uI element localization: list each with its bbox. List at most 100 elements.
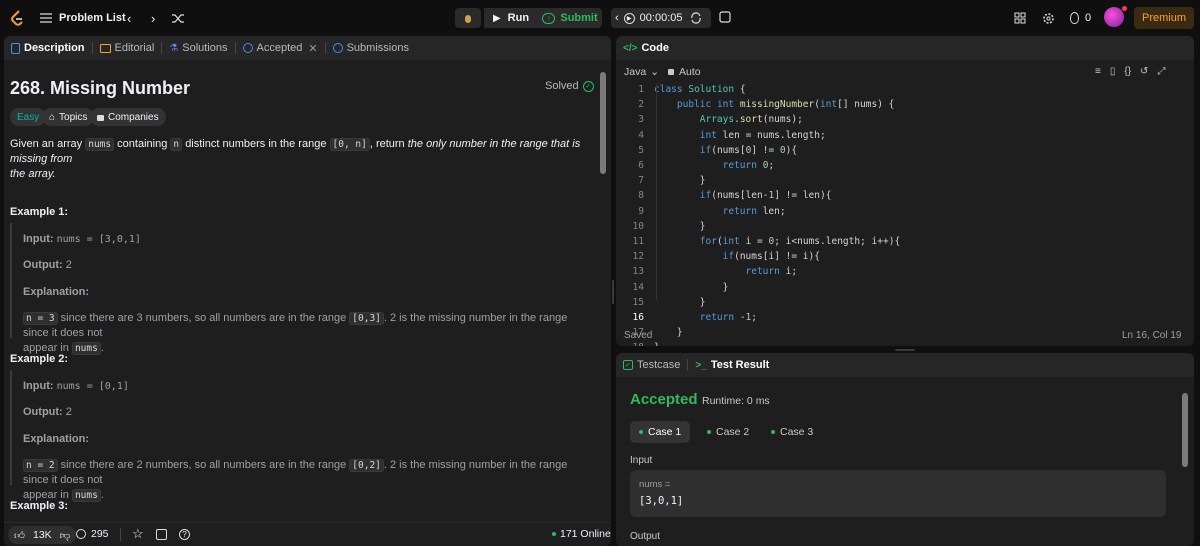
close-tab-icon[interactable]: ✕ [308,42,317,55]
example-input: Input: nums = [0,1] [23,380,129,392]
code-line[interactable]: } [654,327,683,338]
play-icon: ▶ [492,12,501,24]
history-icon [242,43,253,53]
problem-title[interactable]: 268. Missing Number [10,77,190,99]
problem-description: Given an array nums containing n distinc… [10,138,581,180]
test-scrollbar[interactable] [1182,393,1188,467]
problem-list-link[interactable]: Problem List [59,8,126,28]
code-line[interactable]: int len = nums.length; [654,130,826,141]
indent-guide [656,84,657,300]
debug-icon[interactable] [455,8,481,28]
comments-button[interactable]: 295 [76,528,109,540]
tab-editorial[interactable]: Editorial [93,36,162,60]
code-line[interactable]: public int missingNumber(int[] nums) { [654,99,894,110]
code-line[interactable]: Arrays.sort(nums); [654,114,803,125]
tab-submissions[interactable]: Submissions [326,36,416,60]
submit-button[interactable]: ↑ Submit [538,8,602,28]
example-explanation-label: Explanation: [23,433,90,445]
code-line[interactable]: } [654,297,706,308]
code-line[interactable]: if(nums[len-1] != len){ [654,190,832,201]
auto-mode-toggle[interactable]: Auto [668,66,701,78]
tab-code[interactable]: </> Code [616,36,676,60]
star-icon[interactable]: ☆ [132,526,144,542]
thumbs-down-icon[interactable]: 👎︎ [60,529,71,542]
format-icon[interactable]: ≡ [1095,66,1101,77]
solved-badge: Solved ✓ [545,79,594,94]
case-2-tab[interactable]: Case 2 [698,421,758,443]
code-line[interactable]: } [654,221,706,232]
case-1-tab[interactable]: Case 1 [630,421,691,443]
companies-button[interactable]: Companies [90,108,166,126]
editor-toolbar: ≡ ▯ {} ↺ ⤢ [1095,66,1165,77]
tab-testcase[interactable]: ✓ Testcase [616,353,687,377]
line-number: 9 [638,205,644,217]
online-count: 171 Online [552,528,611,540]
prev-problem-icon[interactable]: ‹ [127,8,131,28]
input-box[interactable]: nums = [3,0,1] [630,470,1166,517]
code-line[interactable]: } [654,282,729,293]
notes-icon[interactable] [716,8,734,26]
help-icon[interactable]: ? [179,529,190,540]
line-number: 14 [632,281,644,293]
leetcode-logo[interactable] [10,8,24,28]
description-footer: 👍︎ 13K 👎︎ 295 ☆ ? 171 Online [4,522,611,546]
top-bar: Problem List ‹ › ▶ Run ↑ Submit ‹ ▶ 00:00:… [0,0,1200,36]
book-icon [99,43,111,53]
code-line[interactable]: return len; [654,206,786,217]
run-button[interactable]: ▶ Run [484,8,538,28]
code-line[interactable]: } [654,342,660,346]
list-icon[interactable] [40,8,52,28]
settings-gear-icon[interactable] [1042,8,1055,28]
code-line[interactable]: for(int i = 0; i<nums.length; i++){ [654,236,900,247]
code-line[interactable]: return -1; [654,312,757,323]
shuffle-icon[interactable] [172,8,185,28]
example-title: Example 2: [10,353,69,365]
input-label: Input [630,455,653,466]
bookmark-icon[interactable]: ▯ [1110,66,1116,77]
reset-icon[interactable]: ↺ [1140,66,1148,77]
line-number: 6 [638,160,644,171]
code-line[interactable]: } [654,175,706,186]
thumbs-up-icon[interactable]: 👍︎ [14,529,25,542]
line-number: 18 [616,342,644,346]
difficulty-badge[interactable]: Easy [10,108,47,126]
vertical-splitter[interactable] [612,280,614,304]
tab-description[interactable]: Description [4,36,92,60]
tab-solutions[interactable]: ⚗ Solutions [162,36,234,60]
code-line[interactable]: if(nums[i] != i){ [654,251,820,262]
fire-icon [1070,12,1079,24]
code-line[interactable]: return 0; [654,160,775,171]
premium-button[interactable]: Premium [1134,7,1194,29]
example-explanation-label: Explanation: [23,286,90,298]
reset-timer-icon[interactable] [690,8,702,28]
lock-icon [97,115,104,121]
code-line[interactable]: if(nums[0] != 0){ [654,145,797,156]
collapse-timer-icon[interactable]: ‹ [615,12,619,24]
tab-accepted[interactable]: Accepted ✕ [236,36,325,60]
next-problem-icon[interactable]: › [151,8,155,28]
braces-icon[interactable]: {} [1124,66,1131,77]
code-line[interactable]: class Solution { [654,84,746,95]
line-number: 8 [638,190,644,202]
share-icon[interactable] [156,529,167,540]
comment-icon [76,529,86,539]
pass-dot [639,430,643,434]
case-3-tab[interactable]: Case 3 [762,421,822,443]
verdict: Accepted [630,391,698,408]
layout-icon[interactable] [1014,8,1026,28]
description-scrollbar[interactable] [600,72,606,174]
streak-counter[interactable]: 0 [1070,8,1091,28]
topics-button[interactable]: ⌂ Topics [42,108,95,126]
cloud-upload-icon: ↑ [542,12,556,24]
terminal-icon: >_ [695,359,707,371]
fullscreen-icon[interactable]: ⤢ [1157,66,1165,77]
code-brackets-icon: </> [623,42,638,54]
code-line[interactable]: return i; [654,266,798,277]
avatar[interactable] [1104,7,1124,27]
horizontal-splitter[interactable] [895,349,915,351]
line-number: 4 [638,129,644,141]
inline-code: nums [85,138,115,151]
language-select[interactable]: Java ⌄ [624,66,659,78]
code-editor[interactable]: 1 class Solution {2 public int missingNum… [616,84,1194,346]
tab-test-result[interactable]: >_ Test Result [688,353,776,377]
